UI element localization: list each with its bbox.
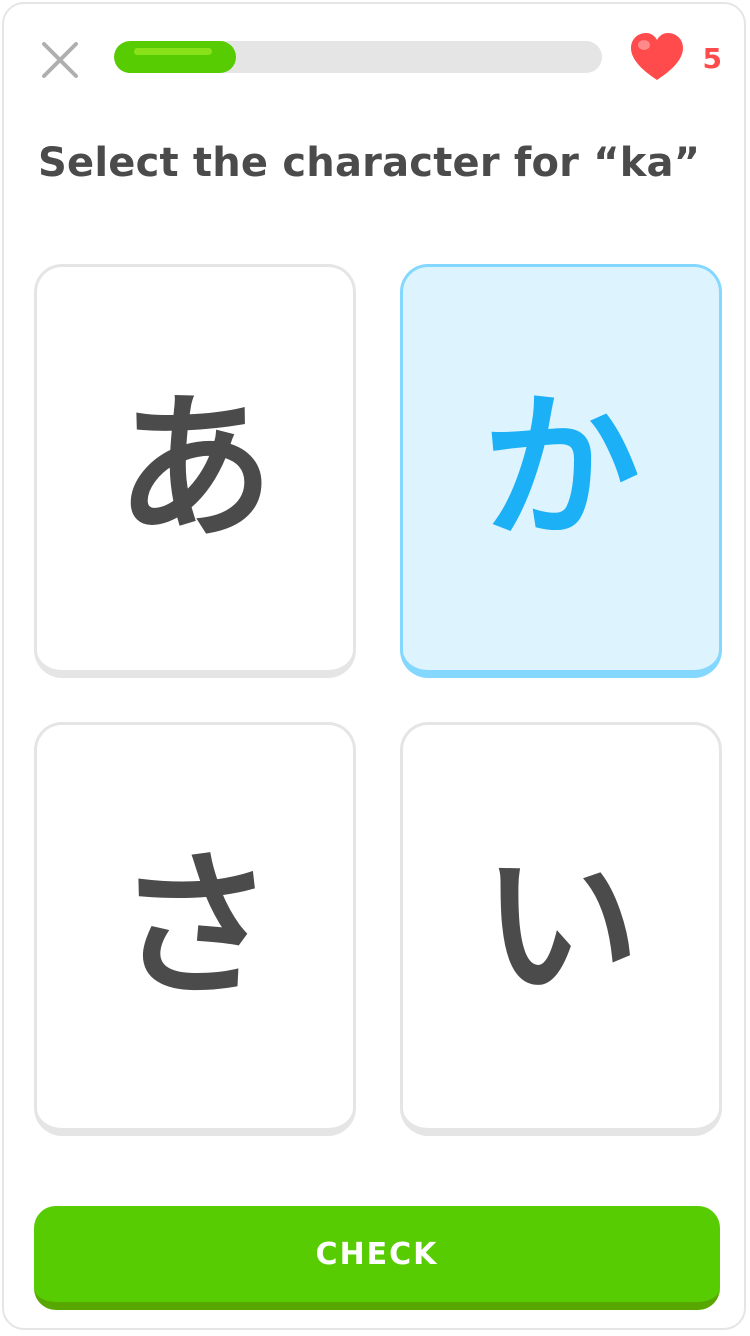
hearts-counter: 5 (629, 32, 722, 82)
choice-character: い (482, 834, 640, 1019)
choice-character: さ (116, 834, 274, 1019)
choice-character: か (482, 376, 640, 561)
choice-card-i[interactable]: い (400, 722, 722, 1136)
close-button[interactable] (36, 36, 84, 84)
heart-icon (630, 33, 683, 80)
progress-bar (114, 41, 602, 73)
choice-card-a[interactable]: あ (34, 264, 356, 678)
progress-highlight (134, 48, 212, 55)
choice-grid: あ か さ い (34, 264, 722, 1136)
choice-card-sa[interactable]: さ (34, 722, 356, 1136)
question-title: Select the character for “ka” (38, 140, 701, 186)
check-button-label: CHECK (315, 1236, 439, 1272)
choice-card-ka[interactable]: か (400, 264, 722, 678)
progress-fill (114, 41, 236, 73)
choice-character: あ (116, 376, 274, 561)
lesson-screen: 5 Select the character for “ka” あ か さ い … (2, 2, 746, 1330)
hearts-count: 5 (702, 42, 722, 75)
check-button[interactable]: CHECK (34, 1206, 720, 1310)
close-icon (42, 42, 78, 78)
